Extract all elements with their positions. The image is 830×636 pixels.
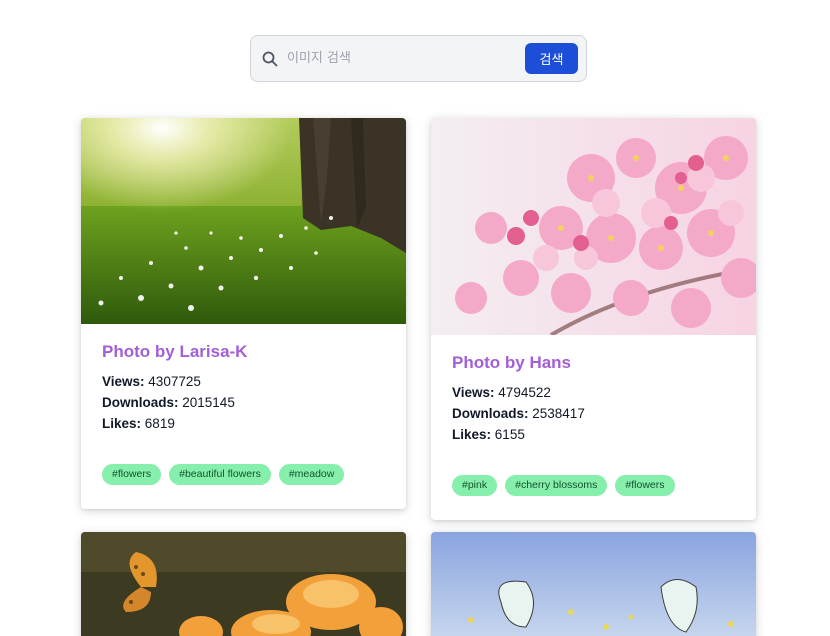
likes-stat: Likes: 6819 — [102, 413, 385, 434]
downloads-value: 2538417 — [532, 406, 585, 421]
tag[interactable]: #flowers — [102, 464, 162, 485]
views-value: 4794522 — [498, 385, 551, 400]
search-icon — [261, 50, 279, 68]
tag[interactable]: #meadow — [278, 464, 345, 485]
card-image[interactable] — [81, 532, 406, 636]
likes-label: Likes: — [102, 416, 142, 431]
tag-list: #flowers #beautiful flowers #meadow — [102, 464, 385, 509]
tag[interactable]: #flowers — [615, 475, 675, 496]
downloads-stat: Downloads: 2015145 — [102, 392, 385, 413]
card-body: Photo by Larisa-K Views: 4307725 Downloa… — [81, 324, 406, 509]
likes-value: 6819 — [144, 416, 175, 431]
search-button[interactable]: 검색 — [525, 43, 578, 74]
views-label: Views: — [102, 374, 145, 389]
downloads-value: 2015145 — [182, 395, 235, 410]
tag[interactable]: #cherry blossoms — [505, 475, 608, 496]
card-image[interactable] — [81, 118, 406, 324]
card-title: Photo by Larisa-K — [102, 342, 248, 361]
image-card[interactable]: Photo by Larisa-K Views: 4307725 Downloa… — [81, 118, 406, 509]
views-value: 4307725 — [148, 374, 201, 389]
card-image[interactable] — [431, 118, 756, 335]
card-image[interactable] — [431, 532, 756, 636]
image-card[interactable]: Photo by Hans Views: 4794522 Downloads: … — [431, 118, 756, 520]
downloads-label: Downloads: — [102, 395, 179, 410]
tag-list: #pink #cherry blossoms #flowers — [452, 475, 735, 520]
likes-stat: Likes: 6155 — [452, 424, 735, 445]
downloads-stat: Downloads: 2538417 — [452, 403, 735, 424]
views-stat: Views: 4307725 — [102, 371, 385, 392]
card-title: Photo by Hans — [452, 353, 572, 372]
tag[interactable]: #beautiful flowers — [169, 464, 271, 485]
views-stat: Views: 4794522 — [452, 382, 735, 403]
likes-label: Likes: — [452, 427, 492, 442]
likes-value: 6155 — [494, 427, 525, 442]
search-bar: 검색 — [250, 35, 587, 82]
card-body: Photo by Hans Views: 4794522 Downloads: … — [431, 335, 756, 520]
downloads-label: Downloads: — [452, 406, 529, 421]
tag[interactable]: #pink — [452, 475, 498, 496]
views-label: Views: — [452, 385, 495, 400]
image-card[interactable] — [431, 532, 756, 636]
image-card[interactable] — [81, 532, 406, 636]
search-input[interactable] — [287, 43, 525, 74]
